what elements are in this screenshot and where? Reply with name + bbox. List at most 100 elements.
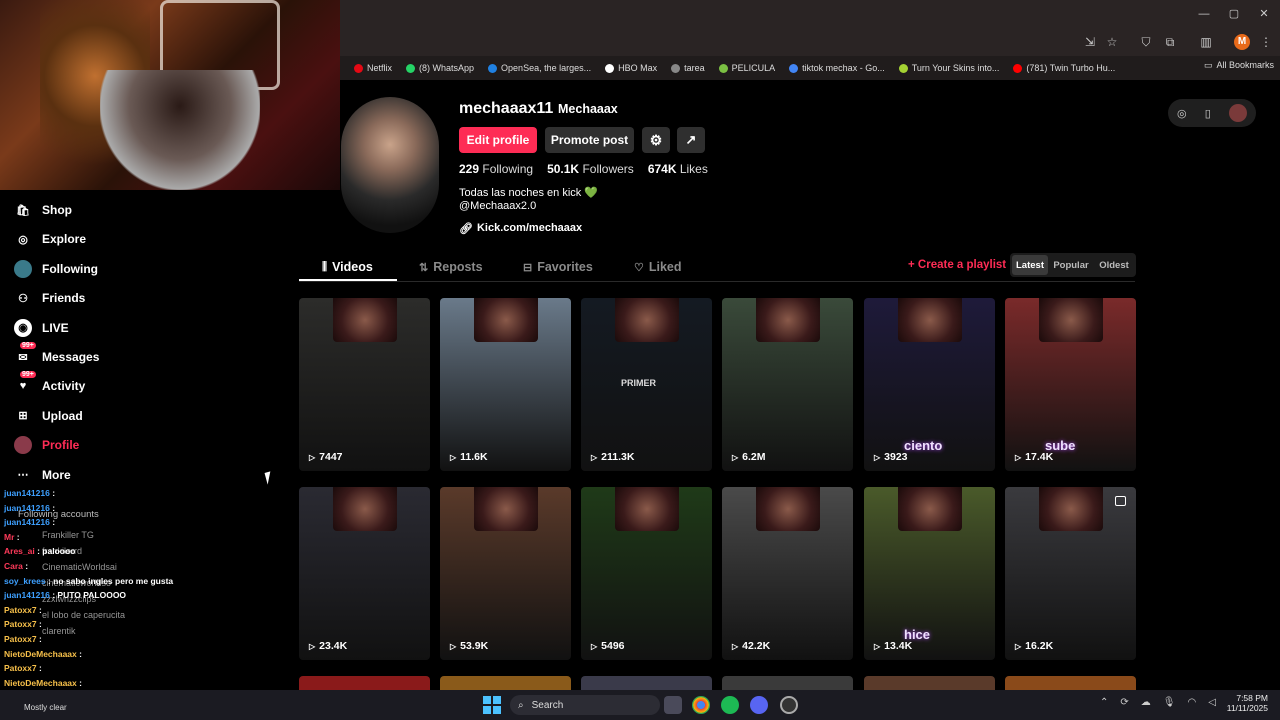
sync-icon[interactable]: ⟳ xyxy=(1120,697,1128,708)
heart-icon: ♡ xyxy=(634,261,644,274)
sidebar-item-upload[interactable]: ⊞ Upload xyxy=(14,404,82,428)
chat-separator: : xyxy=(49,488,56,498)
video-thumbnail[interactable] xyxy=(722,676,853,690)
network-icon[interactable]: ☁ xyxy=(1141,697,1151,708)
menu-icon[interactable]: ⋮ xyxy=(1258,34,1274,50)
bookmark-item[interactable]: HBO Max xyxy=(605,63,657,73)
play-icon: ▷ xyxy=(591,452,598,462)
wifi-icon[interactable]: ◠ xyxy=(1187,697,1196,708)
extensions-icon[interactable]: ⧉ xyxy=(1162,34,1178,50)
bookmark-item[interactable]: (781) Twin Turbo Hu... xyxy=(1013,63,1115,73)
promote-post-button[interactable]: Promote post xyxy=(545,127,634,153)
compass-icon[interactable]: ◎ xyxy=(1177,107,1187,120)
video-thumbnail[interactable]: ▷ 42.2K xyxy=(722,487,853,660)
phone-icon[interactable]: ▯ xyxy=(1205,107,1211,120)
chat-separator: : xyxy=(49,502,56,513)
profile-avatar-image[interactable] xyxy=(341,97,439,233)
create-playlist-button[interactable]: + Create a playlist xyxy=(908,259,1006,271)
tab-liked[interactable]: ♡ Liked xyxy=(634,259,682,275)
sort-popular-button[interactable]: Popular xyxy=(1050,255,1092,275)
following-account[interactable]: Frankiller TG xyxy=(42,530,94,540)
sidebar-item-messages[interactable]: ✉ 99+ Messages xyxy=(14,342,100,369)
video-thumbnail[interactable]: ciento ▷ 3923 xyxy=(864,298,995,471)
video-thumbnail[interactable]: sube ▷ 17.4K xyxy=(1005,298,1136,471)
install-icon[interactable]: ⇲ xyxy=(1082,34,1098,50)
sidepanel-icon[interactable]: ▥ xyxy=(1198,34,1214,50)
settings-icon[interactable]: ⚙ xyxy=(642,127,670,153)
clock[interactable]: 7:58 PM 11/11/2025 xyxy=(1222,693,1268,713)
chat-username: Patoxx7 xyxy=(4,663,37,674)
app-icon[interactable] xyxy=(780,696,798,714)
following-account[interactable]: clarentik xyxy=(42,626,76,636)
tab-videos[interactable]: ⫼ Videos xyxy=(322,259,373,275)
video-thumbnail[interactable]: ▷ 5496 xyxy=(581,487,712,660)
bookmark-item[interactable]: tarea xyxy=(671,63,705,73)
video-thumbnail[interactable]: ▷ 16.2K xyxy=(1005,487,1136,660)
video-thumbnail[interactable]: ▷ 23.4K xyxy=(299,487,430,660)
sidebar-item-more[interactable]: ⋯ More xyxy=(14,463,71,487)
chat-username: Ares_ai xyxy=(4,546,35,557)
bookmark-item[interactable]: tiktok mechax - Go... xyxy=(789,63,885,73)
sidebar-item-following[interactable]: Following xyxy=(14,257,98,281)
video-thumbnail[interactable]: ▷ 53.9K xyxy=(440,487,571,660)
start-icon[interactable] xyxy=(483,696,501,714)
maximize-icon[interactable]: ▢ xyxy=(1226,6,1242,22)
all-bookmarks[interactable]: ▭ All Bookmarks xyxy=(1204,60,1274,71)
mic-icon[interactable]: 🎙︎ xyxy=(1163,697,1176,708)
minimize-icon[interactable]: — xyxy=(1196,6,1212,22)
discord-icon[interactable] xyxy=(750,696,768,714)
chevron-up-icon[interactable]: ⌃ xyxy=(1100,697,1108,708)
video-thumbnail[interactable] xyxy=(440,676,571,690)
followers-stat[interactable]: 50.1K Followers xyxy=(547,162,634,176)
profile-avatar[interactable]: M xyxy=(1234,34,1250,50)
following-account[interactable]: el lobo de caperucita xyxy=(42,610,125,620)
video-thumbnail[interactable]: ▷ 7447 xyxy=(299,298,430,471)
views-count: 3923 xyxy=(884,451,908,463)
video-thumbnail[interactable] xyxy=(299,676,430,690)
video-thumbnail[interactable]: ▷ 6.2M xyxy=(722,298,853,471)
views-count: 23.4K xyxy=(319,640,348,652)
sidebar-item-label: Following xyxy=(42,261,98,276)
tab-reposts[interactable]: ⇅ Reposts xyxy=(419,259,483,275)
sort-latest-button[interactable]: Latest xyxy=(1012,255,1048,275)
star-icon[interactable]: ☆ xyxy=(1104,34,1120,50)
sidebar-item-explore[interactable]: ◎ Explore xyxy=(14,227,86,251)
bookmark-item[interactable]: Turn Your Skins into... xyxy=(898,63,999,73)
video-thumbnail[interactable]: ▷ 11.6K xyxy=(440,298,571,471)
taskbar-search[interactable]: ⌕ Search xyxy=(510,695,660,715)
tab-favorites[interactable]: ⊟ Favorites xyxy=(523,259,593,275)
user-avatar[interactable] xyxy=(1228,104,1247,122)
streamer-cam-inset xyxy=(1039,487,1103,531)
sidebar-item-profile[interactable]: Profile xyxy=(14,433,79,457)
sort-oldest-button[interactable]: Oldest xyxy=(1094,255,1134,275)
video-views: ▷ 211.3K xyxy=(591,451,634,463)
sidebar-item-friends[interactable]: ⚇ Friends xyxy=(14,286,85,310)
volume-icon[interactable]: ◁ xyxy=(1208,697,1216,708)
play-icon: ▷ xyxy=(591,641,598,651)
chrome-icon[interactable] xyxy=(692,696,710,714)
edit-profile-button[interactable]: Edit profile xyxy=(459,127,537,153)
sidebar-item-live[interactable]: ◉ LIVE xyxy=(14,316,69,340)
video-thumbnail[interactable] xyxy=(1005,676,1136,690)
share-icon[interactable]: ↗ xyxy=(677,127,705,153)
bookmark-item[interactable]: PELICULA xyxy=(718,63,775,73)
bookmark-item[interactable]: Netflix xyxy=(354,63,392,73)
video-thumbnail[interactable]: PRIMER ▷ 211.3K xyxy=(581,298,712,471)
following-stat[interactable]: 229 Following xyxy=(459,162,533,176)
sidebar-item-shop[interactable]: 🛍︎ Shop xyxy=(14,198,72,222)
spotify-icon[interactable] xyxy=(721,696,739,714)
streamer-cam-inset xyxy=(474,487,538,531)
close-icon[interactable]: ✕ xyxy=(1256,6,1272,22)
video-thumbnail[interactable] xyxy=(864,676,995,690)
grid-icon: ⫼ xyxy=(322,260,328,273)
sidebar-item-activity[interactable]: ♥ 99+ Activity xyxy=(14,371,85,398)
profile-link[interactable]: 🔗︎ Kick.com/mechaaax xyxy=(459,222,582,235)
video-thumbnail[interactable]: hice ▷ 13.4K xyxy=(864,487,995,660)
bookmark-item[interactable]: (8) WhatsApp xyxy=(406,63,474,73)
following-account[interactable]: CinematicWorldsai xyxy=(42,562,117,572)
task-view-icon[interactable] xyxy=(664,696,682,714)
bookmark-item[interactable]: OpenSea, the larges... xyxy=(488,63,591,73)
shield-icon[interactable]: ⛉ xyxy=(1138,34,1154,50)
video-thumbnail[interactable] xyxy=(581,676,712,690)
sidebar-item-label: Messages xyxy=(42,350,100,364)
